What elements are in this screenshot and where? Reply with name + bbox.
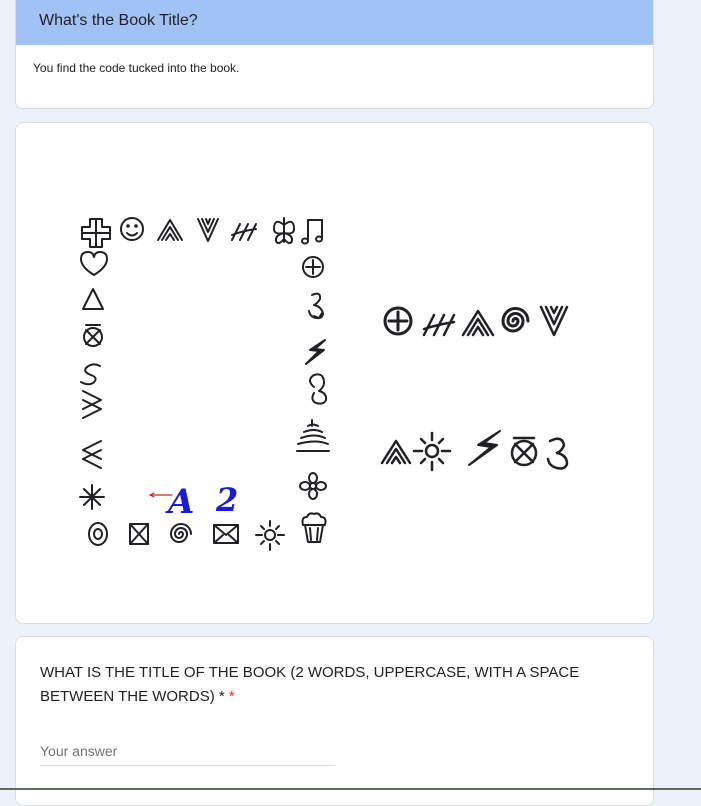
code-line2-sun [412, 431, 452, 472]
swirl-symbol [309, 373, 328, 405]
question-card: WHAT IS THE TITLE OF THE BOOK (2 WORDS, … [15, 636, 654, 806]
s-curve-symbol [80, 363, 101, 386]
double-left-chevron-symbol [82, 440, 102, 469]
code-line2-lightning [468, 430, 501, 466]
answer-input[interactable] [40, 739, 335, 766]
triple-v-symbol [197, 218, 219, 242]
cross-symbol [81, 218, 111, 248]
envelope-symbol [213, 524, 239, 544]
section-title: What's the Book Title? [16, 0, 653, 45]
puzzle-image: A 2 [79, 217, 569, 551]
flower-symbol [299, 472, 327, 500]
required-marker: * [228, 688, 235, 705]
asterisk-symbol [79, 484, 105, 510]
scribble-symbol [231, 223, 257, 241]
code-circled-plus [383, 306, 413, 336]
music-note-symbol [301, 219, 323, 245]
double-right-chevron-symbol [82, 390, 102, 419]
handwritten-2: 2 [215, 481, 238, 519]
image-card: A 2 [15, 122, 654, 624]
section-description: You find the code tucked into the book. [33, 61, 240, 75]
code-spiral [501, 307, 530, 333]
target-symbol [88, 522, 108, 546]
question-title: WHAT IS THE TITLE OF THE BOOK (2 WORDS, … [40, 661, 600, 709]
circled-plus-symbol [302, 256, 324, 278]
question-label: WHAT IS THE TITLE OF THE BOOK (2 WORDS, … [40, 664, 580, 705]
crossed-circle-symbol [83, 324, 103, 347]
spiral-symbol [170, 523, 192, 543]
code-triple-chevron [461, 309, 495, 337]
sun-symbol [255, 520, 285, 551]
code-line2-triple-chevron [380, 439, 412, 465]
smiley-symbol [120, 217, 144, 241]
stacked-layers-symbol [296, 419, 330, 452]
code-triple-v [539, 305, 569, 337]
arrow-curl-symbol [308, 292, 324, 320]
lightning-symbol [305, 339, 326, 365]
cupcake-symbol [301, 512, 327, 543]
triangle-symbol [82, 288, 104, 310]
handwritten-a: A [165, 482, 194, 522]
butterfly-symbol [273, 217, 295, 245]
triple-chevron-symbol [157, 219, 183, 241]
code-line2-crossed-circle [510, 436, 538, 467]
code-scribble [422, 313, 456, 337]
boxed-x-symbol [129, 523, 149, 545]
code-line2-arrow-curl [546, 437, 569, 470]
section-card: What's the Book Title? You find the code… [15, 0, 654, 109]
heart-symbol [80, 251, 108, 276]
